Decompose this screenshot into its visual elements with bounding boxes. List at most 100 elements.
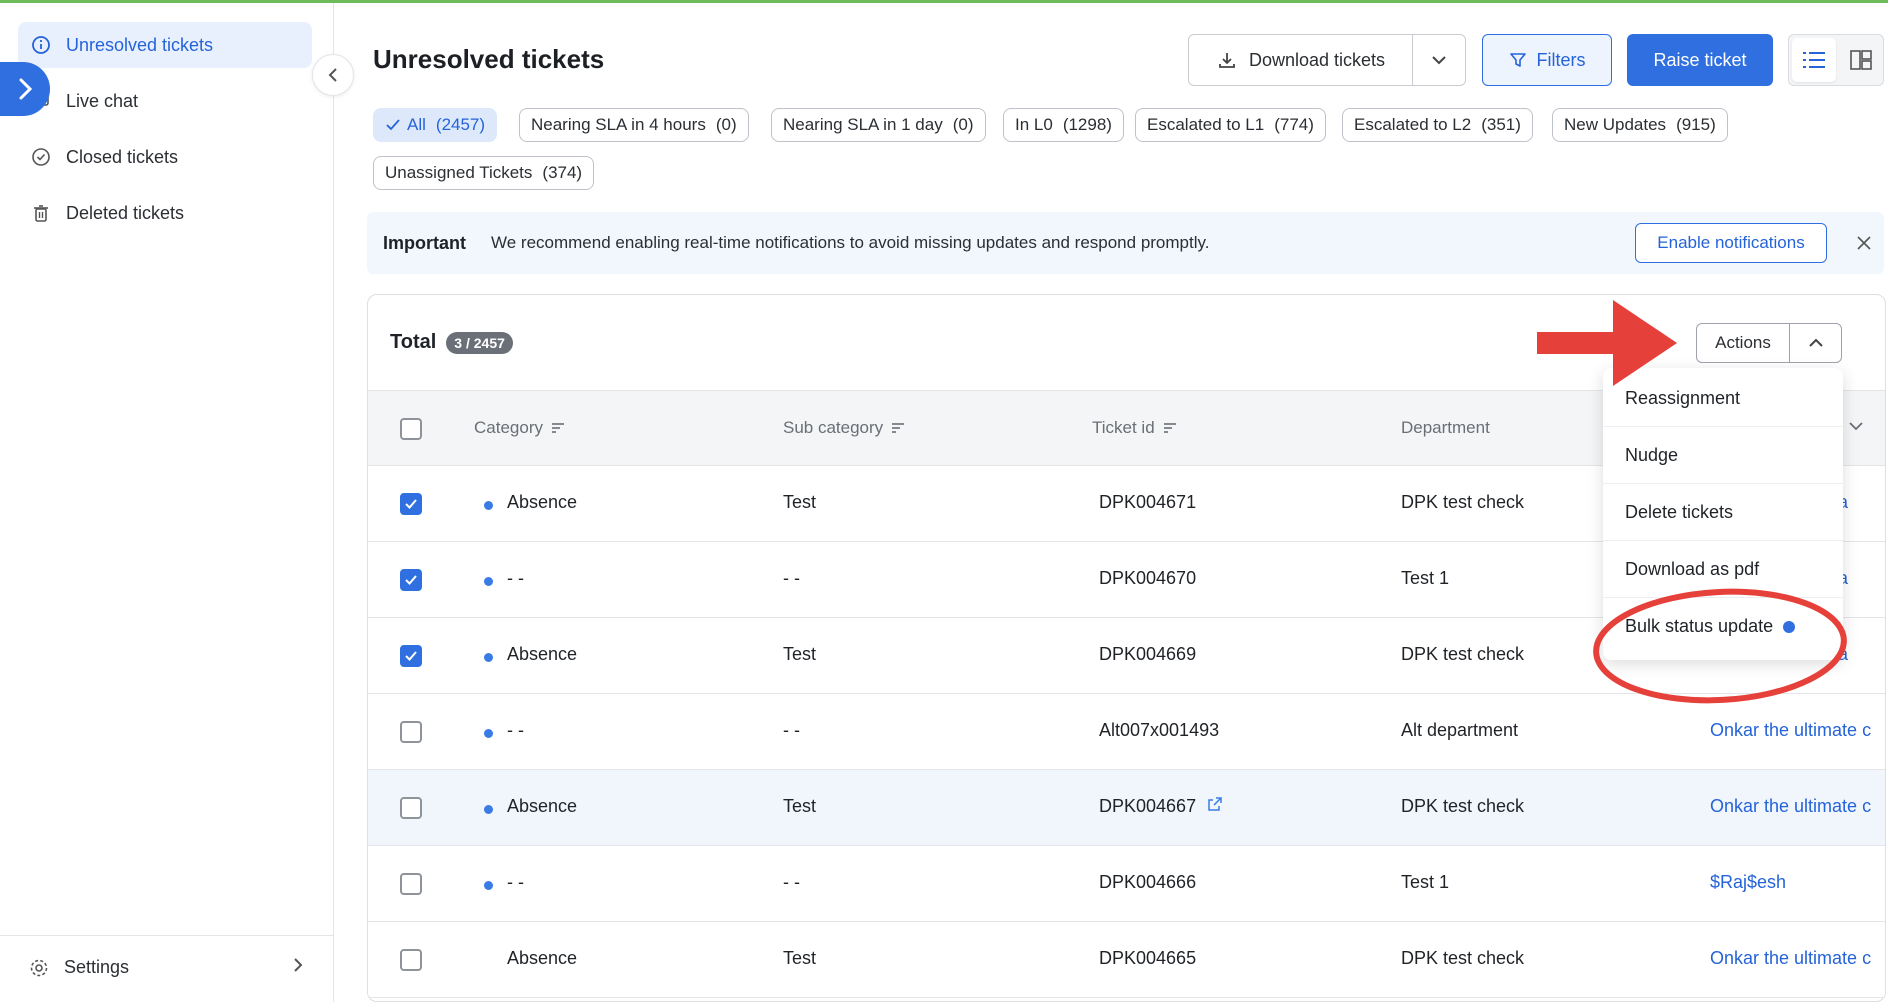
list-view-button[interactable] (1792, 38, 1836, 82)
menu-item-bulk-status-update[interactable]: Bulk status update (1603, 598, 1843, 655)
filter-chip-in-l0[interactable]: In L0 (1298) (1003, 108, 1124, 142)
close-banner-button[interactable] (1850, 229, 1878, 257)
cell-department: Test 1 (1401, 568, 1450, 588)
column-header-category[interactable]: Category (474, 418, 565, 438)
cell-sub-category: Test (783, 492, 817, 512)
filter-chip-count: (0) (952, 115, 974, 134)
cell-sub-category: - - (783, 568, 800, 588)
actions-menu: Reassignment Nudge Delete tickets Downlo… (1603, 368, 1843, 660)
cell-assignee[interactable]: Onkar the ultimate c (1710, 720, 1871, 741)
external-link-icon[interactable] (1207, 796, 1223, 812)
cell-sub-category: Test (783, 644, 817, 664)
cell-ticket-id[interactable]: DPK004669 (1099, 644, 1196, 665)
filter-chip-count: (0) (715, 115, 737, 134)
chevron-down-icon[interactable] (1848, 421, 1864, 431)
view-toggle (1788, 34, 1884, 86)
download-icon (1219, 53, 1235, 68)
sidebar-item-live-chat[interactable]: Live chat (18, 78, 312, 124)
filter-chip-count: (915) (1676, 115, 1716, 134)
menu-item-delete-tickets[interactable]: Delete tickets (1603, 484, 1843, 541)
notification-banner: Important We recommend enabling real-tim… (367, 212, 1884, 274)
chevron-up-icon (1790, 337, 1841, 349)
cell-ticket-id[interactable]: DPK004667 (1099, 796, 1223, 817)
download-options-dropdown[interactable] (1413, 35, 1465, 85)
filter-chip-count: (374) (542, 163, 583, 182)
status-dot (484, 653, 493, 662)
filters-button[interactable]: Filters (1482, 34, 1612, 86)
check-circle-icon (30, 146, 52, 168)
close-icon (1857, 236, 1871, 250)
cell-sub-category: - - (783, 720, 800, 740)
new-indicator-dot (1783, 620, 1796, 633)
filter-chip-unassigned[interactable]: Unassigned Tickets (374) (373, 156, 595, 190)
actions-button[interactable]: Actions (1696, 323, 1842, 363)
cell-ticket-id[interactable]: Alt007x001493 (1099, 720, 1219, 741)
filter-chip-nearing-sla-1d[interactable]: Nearing SLA in 1 day (0) (771, 108, 986, 142)
table-row[interactable]: Absence Test DPK004665 DPK test check On… (368, 922, 1885, 998)
sidebar-item-unresolved-tickets[interactable]: Unresolved tickets (18, 22, 312, 68)
check-icon (386, 119, 400, 131)
filter-chip-nearing-sla-4h[interactable]: Nearing SLA in 4 hours (0) (519, 108, 749, 142)
cell-ticket-id[interactable]: DPK004671 (1099, 492, 1196, 513)
filter-chip-label: Unassigned Tickets (385, 163, 533, 182)
enable-notifications-button[interactable]: Enable notifications (1635, 223, 1827, 263)
row-checkbox[interactable] (400, 645, 422, 667)
row-checkbox[interactable] (400, 949, 422, 971)
filter-chip-escalated-l1[interactable]: Escalated to L1 (774) (1135, 108, 1326, 142)
sidebar-item-settings[interactable]: Settings (0, 935, 334, 999)
sort-icon (892, 423, 905, 433)
column-header-department[interactable]: Department (1401, 418, 1490, 438)
chevron-right-icon (292, 956, 304, 979)
ticket-id-text: DPK004667 (1099, 796, 1197, 816)
raise-ticket-button[interactable]: Raise ticket (1627, 34, 1773, 86)
cell-department: DPK test check (1401, 948, 1525, 968)
cell-sub-category: - - (783, 872, 800, 892)
cell-category: - - (507, 872, 524, 892)
collapse-sidebar-button[interactable] (312, 54, 354, 96)
menu-item-reassignment[interactable]: Reassignment (1603, 370, 1843, 427)
menu-item-nudge[interactable]: Nudge (1603, 427, 1843, 484)
column-label: Sub category (783, 418, 884, 437)
filter-chip-label: Escalated to L2 (1354, 115, 1472, 134)
sidebar: Unresolved tickets Live chat Closed tick… (0, 3, 334, 1002)
filter-chip-count: (351) (1481, 115, 1521, 134)
select-all-checkbox[interactable] (400, 418, 422, 440)
cell-ticket-id[interactable]: DPK004670 (1099, 568, 1196, 589)
table-row[interactable]: Absence Test DPK004667 DPK test check On… (368, 770, 1885, 846)
sidebar-item-deleted-tickets[interactable]: Deleted tickets (18, 190, 312, 236)
table-row[interactable]: - - - - Alt007x001493 Alt department Onk… (368, 694, 1885, 770)
table-row[interactable]: - - - - DPK004666 Test 1 $Raj$esh (368, 846, 1885, 922)
download-tickets-button[interactable]: Download tickets (1189, 35, 1413, 85)
filter-chip-new-updates[interactable]: New Updates (915) (1552, 108, 1728, 142)
cell-category: - - (507, 720, 524, 740)
chevron-down-icon (1432, 56, 1446, 65)
list-icon (1803, 52, 1825, 68)
status-dot (484, 577, 493, 586)
banner-title: Important (383, 232, 466, 253)
filter-chip-label: In L0 (1015, 115, 1053, 134)
total-badge: 3 / 2457 (446, 331, 513, 354)
row-checkbox[interactable] (400, 873, 422, 895)
cell-ticket-id[interactable]: DPK004665 (1099, 948, 1196, 969)
cell-assignee[interactable]: $Raj$esh (1710, 872, 1786, 893)
cell-department: Alt department (1401, 720, 1519, 740)
column-header-ticket-id[interactable]: Ticket id (1092, 418, 1177, 438)
filter-chip-all[interactable]: All (2457) (373, 108, 498, 142)
filter-chip-escalated-l2[interactable]: Escalated to L2 (351) (1342, 108, 1533, 142)
sidebar-item-closed-tickets[interactable]: Closed tickets (18, 134, 312, 180)
row-checkbox[interactable] (400, 569, 422, 591)
cell-ticket-id[interactable]: DPK004666 (1099, 872, 1196, 893)
download-tickets-label: Download tickets (1248, 49, 1386, 70)
row-checkbox[interactable] (400, 493, 422, 515)
row-checkbox[interactable] (400, 721, 422, 743)
row-checkbox[interactable] (400, 797, 422, 819)
status-dot (484, 881, 493, 890)
filter-chip-count: (774) (1274, 115, 1314, 134)
board-view-button[interactable] (1839, 38, 1883, 82)
menu-item-download-pdf[interactable]: Download as pdf (1603, 541, 1843, 598)
column-header-sub-category[interactable]: Sub category (783, 418, 905, 438)
cell-assignee[interactable]: Onkar the ultimate c (1710, 948, 1871, 969)
sort-icon (1163, 423, 1176, 433)
total-label: Total (390, 331, 437, 353)
cell-assignee[interactable]: Onkar the ultimate c (1710, 796, 1871, 817)
